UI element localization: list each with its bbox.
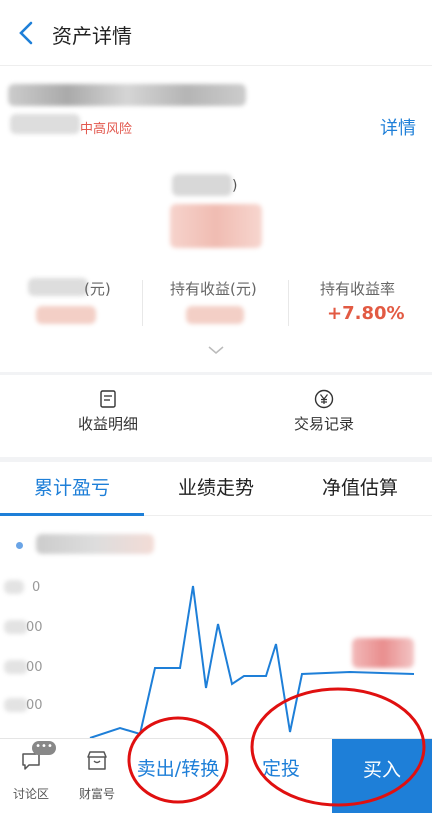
discussion-button[interactable]: ••• 讨论区 [0,739,62,813]
fund-detail-link[interactable]: 详情 [380,114,416,140]
stat-divider [288,280,289,326]
tooltip-value-redacted [352,638,414,668]
pnl-line-chart [89,585,415,738]
stat-value-holding-rate: +7.80% [327,303,405,324]
asset-label-redacted [172,174,232,196]
stat-label-holding-gain: 持有收益(元) [170,280,257,298]
fund-code-redacted [10,114,80,134]
more-badge: ••• [32,741,56,755]
pnl-chart: 0 00 00 00 [0,516,432,738]
yuan-icon [314,389,334,409]
trade-record-label: 交易记录 [293,415,354,433]
tab-performance-trend[interactable]: 业绩走势 [144,462,288,516]
bottom-action-bar: ••• 讨论区 财富号 卖出/转换 定投 买入 [0,738,432,813]
trade-record-button[interactable]: 交易记录 [216,375,432,457]
stat-label-asset: (元) [84,280,111,298]
wealth-account-label: 财富号 [78,787,115,801]
action-row: 收益明细 交易记录 [0,375,432,457]
store-icon [87,751,107,770]
auto-invest-button[interactable]: 定投 [230,739,332,813]
page-title: 资产详情 [52,24,132,48]
chart-tabs: 累计盈亏 业绩走势 净值估算 [0,462,432,516]
fund-summary-card: 中高风险 详情 ) (元) 持有收益(元) 持有收益率 +7.80% [0,66,432,372]
stat-label-redacted [28,278,88,296]
asset-label-paren: ) [232,178,238,194]
page-header: 资产详情 [0,0,432,66]
fund-name-redacted [8,84,246,106]
stat-divider [142,280,143,326]
risk-badge: 中高风险 [80,122,133,137]
tab-nav-estimate[interactable]: 净值估算 [288,462,432,516]
holding-gain-value-redacted [186,306,244,324]
chevron-down-icon[interactable] [206,344,226,356]
discussion-label: 讨论区 [12,787,49,801]
document-icon [100,390,116,408]
asset-amount-redacted [170,204,262,248]
income-detail-label: 收益明细 [77,415,138,433]
chevron-left-icon[interactable] [12,18,42,48]
stat-value-redacted [36,306,96,324]
tab-cumulative-pnl[interactable]: 累计盈亏 [0,462,144,516]
stat-label-holding-rate: 持有收益率 [320,280,396,298]
buy-button[interactable]: 买入 [332,739,432,813]
wealth-account-button[interactable]: 财富号 [66,739,128,813]
sell-convert-button[interactable]: 卖出/转换 [126,739,230,813]
income-detail-button[interactable]: 收益明细 [0,375,216,457]
